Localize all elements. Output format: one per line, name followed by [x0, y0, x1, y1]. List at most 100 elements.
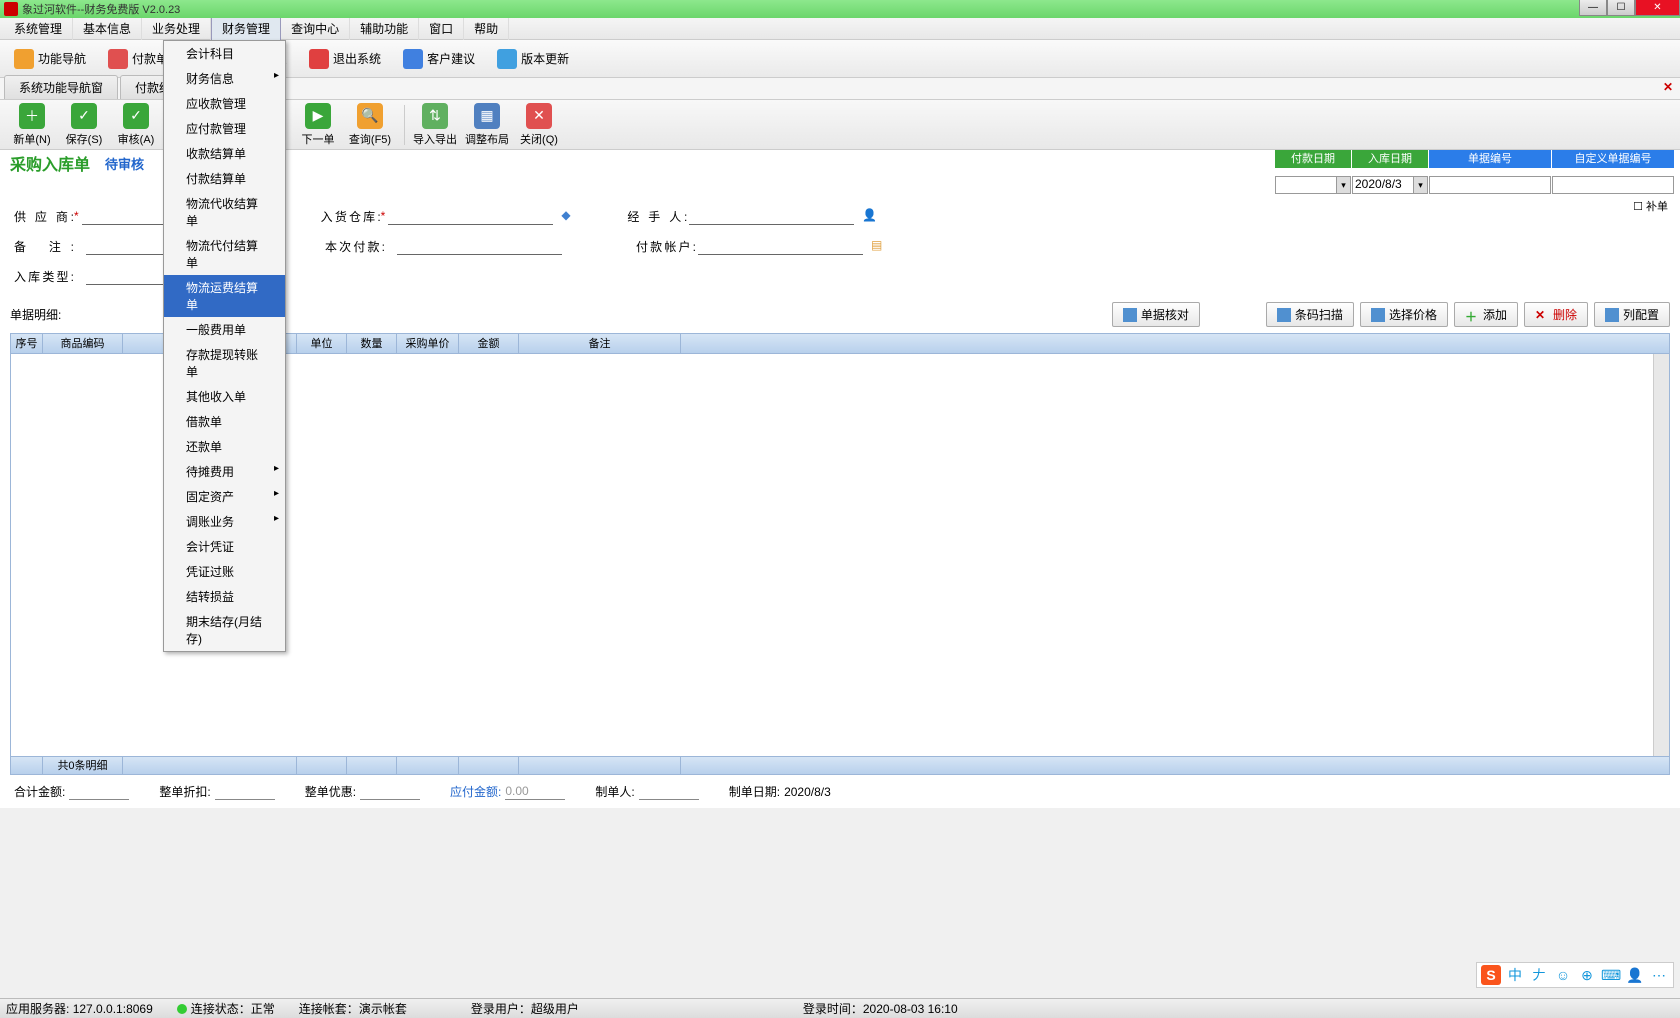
docbtn-保存(S)[interactable]: ✓保存(S) [60, 103, 108, 147]
docbtn-icon: ▦ [474, 103, 500, 129]
payacct-label: 付款帐户: [636, 238, 698, 255]
barcode-icon [1277, 308, 1291, 322]
dropdown-icon[interactable]: ▾ [1413, 177, 1427, 193]
menu-帮助[interactable]: 帮助 [464, 17, 509, 40]
tab-nav[interactable]: 系统功能导航窗 [4, 75, 118, 99]
config-button[interactable]: 列配置 [1594, 302, 1670, 327]
status-dot-icon [177, 1004, 187, 1014]
in-date-input[interactable]: 2020/8/3▾ [1352, 176, 1428, 194]
menu-item-期末结存(月结存)[interactable]: 期末结存(月结存) [164, 609, 285, 651]
menu-item-其他收入单[interactable]: 其他收入单 [164, 384, 285, 409]
menu-item-财务信息[interactable]: 财务信息 [164, 66, 285, 91]
budan-checkbox[interactable]: 补单 [1633, 198, 1668, 214]
toolbar-退出系统[interactable]: 退出系统 [299, 45, 391, 73]
docbtn-导入导出[interactable]: ⇅导入导出 [411, 103, 459, 147]
docbtn-下一单[interactable]: ▶下一单 [294, 103, 342, 147]
delete-button[interactable]: ✕删除 [1524, 302, 1588, 327]
menu-item-结转损益[interactable]: 结转损益 [164, 584, 285, 609]
pref-input[interactable] [360, 784, 420, 800]
total-label: 合计金额: [14, 783, 65, 800]
col-备注[interactable]: 备注 [519, 334, 681, 353]
warehouse-input[interactable] [388, 207, 553, 225]
menu-业务处理[interactable]: 业务处理 [142, 17, 211, 40]
price-button[interactable]: 选择价格 [1360, 302, 1448, 327]
toolbar-功能导航[interactable]: 功能导航 [4, 45, 96, 73]
toolbar-客户建议[interactable]: 客户建议 [393, 45, 485, 73]
discount-input[interactable] [215, 784, 275, 800]
tab-close-icon[interactable]: ✕ [1660, 80, 1676, 96]
ime-icon-5[interactable]: ⌨ [1601, 965, 1621, 985]
barcode-button[interactable]: 条码扫描 [1266, 302, 1354, 327]
conn-value: 正常 [251, 1000, 275, 1017]
handler-label: 经 手 人: [627, 208, 689, 225]
menu-财务管理[interactable]: 财务管理 [211, 16, 281, 41]
menu-item-会计凭证[interactable]: 会计凭证 [164, 534, 285, 559]
maximize-button[interactable]: ☐ [1607, 0, 1635, 16]
menu-item-付款结算单[interactable]: 付款结算单 [164, 166, 285, 191]
col-金额[interactable]: 金额 [459, 334, 519, 353]
menu-窗口[interactable]: 窗口 [419, 17, 464, 40]
menu-item-会计科目[interactable]: 会计科目 [164, 41, 285, 66]
menu-item-物流代付结算单[interactable]: 物流代付结算单 [164, 233, 285, 275]
ime-icon-6[interactable]: 👤 [1625, 965, 1645, 985]
menu-item-物流代收结算单[interactable]: 物流代收结算单 [164, 191, 285, 233]
menu-辅助功能[interactable]: 辅助功能 [350, 17, 419, 40]
date-header-paydate: 付款日期 [1275, 150, 1351, 168]
account-icon[interactable]: ▤ [871, 238, 887, 254]
payacct-input[interactable] [698, 237, 863, 255]
menu-item-应收款管理[interactable]: 应收款管理 [164, 91, 285, 116]
ime-icon-1[interactable]: 中 [1505, 965, 1525, 985]
close-button[interactable]: ✕ [1635, 0, 1680, 16]
col-序号[interactable]: 序号 [11, 334, 43, 353]
toolbar-版本更新[interactable]: 版本更新 [487, 45, 579, 73]
menu-item-还款单[interactable]: 还款单 [164, 434, 285, 459]
menu-基本信息[interactable]: 基本信息 [73, 17, 142, 40]
scrollbar[interactable] [1653, 354, 1669, 774]
menu-查询中心[interactable]: 查询中心 [281, 17, 350, 40]
intype-label: 入库类型: [14, 268, 76, 285]
col-采购单价[interactable]: 采购单价 [397, 334, 459, 353]
handler-input[interactable] [689, 207, 854, 225]
docbtn-icon: ✓ [123, 103, 149, 129]
customno-input[interactable] [1552, 176, 1674, 194]
col-单位[interactable]: 单位 [297, 334, 347, 353]
ime-icon-7[interactable]: ⋯ [1649, 965, 1669, 985]
col-商品编码[interactable]: 商品编码 [43, 334, 123, 353]
menu-item-物流运费结算单[interactable]: 物流运费结算单 [164, 275, 285, 317]
menu-item-应付款管理[interactable]: 应付款管理 [164, 116, 285, 141]
lookup-icon[interactable]: ◆ [561, 208, 577, 224]
toolbar-icon [108, 49, 128, 69]
menu-item-收款结算单[interactable]: 收款结算单 [164, 141, 285, 166]
docbtn-审核(A)[interactable]: ✓审核(A) [112, 103, 160, 147]
thispay-input[interactable] [397, 237, 562, 255]
conn-label: 连接状态： [191, 1000, 251, 1017]
menu-item-待摊费用[interactable]: 待摊费用 [164, 459, 285, 484]
total-input[interactable] [69, 784, 129, 800]
docbtn-查询(F5)[interactable]: 🔍查询(F5) [346, 103, 394, 147]
remark-label: 备 注: [14, 238, 76, 255]
menu-item-调账业务[interactable]: 调账业务 [164, 509, 285, 534]
docno-input[interactable] [1429, 176, 1551, 194]
dropdown-icon[interactable]: ▾ [1336, 177, 1350, 193]
pref-label: 整单优惠: [305, 783, 356, 800]
minimize-button[interactable]: — [1579, 0, 1607, 16]
menu-item-凭证过账[interactable]: 凭证过账 [164, 559, 285, 584]
docbtn-调整布局[interactable]: ▦调整布局 [463, 103, 511, 147]
ime-icon-0[interactable]: S [1481, 965, 1501, 985]
docbtn-关闭(Q)[interactable]: ✕关闭(Q) [515, 103, 563, 147]
ime-icon-3[interactable]: ☺ [1553, 965, 1573, 985]
ime-icon-2[interactable]: 𠂇 [1529, 965, 1549, 985]
person-icon[interactable]: 👤 [862, 208, 878, 224]
ime-icon-4[interactable]: ⊕ [1577, 965, 1597, 985]
col-数量[interactable]: 数量 [347, 334, 397, 353]
menu-系统管理[interactable]: 系统管理 [4, 17, 73, 40]
docbtn-新单(N)[interactable]: ＋新单(N) [8, 103, 56, 147]
menu-item-一般费用单[interactable]: 一般费用单 [164, 317, 285, 342]
ime-toolbar[interactable]: S中𠂇☺⊕⌨👤⋯ [1476, 962, 1674, 988]
menu-item-存款提现转账单[interactable]: 存款提现转账单 [164, 342, 285, 384]
menu-item-固定资产[interactable]: 固定资产 [164, 484, 285, 509]
pay-date-input[interactable]: ▾ [1275, 176, 1351, 194]
check-button[interactable]: 单据核对 [1112, 302, 1200, 327]
menu-item-借款单[interactable]: 借款单 [164, 409, 285, 434]
add-button[interactable]: ＋添加 [1454, 302, 1518, 327]
